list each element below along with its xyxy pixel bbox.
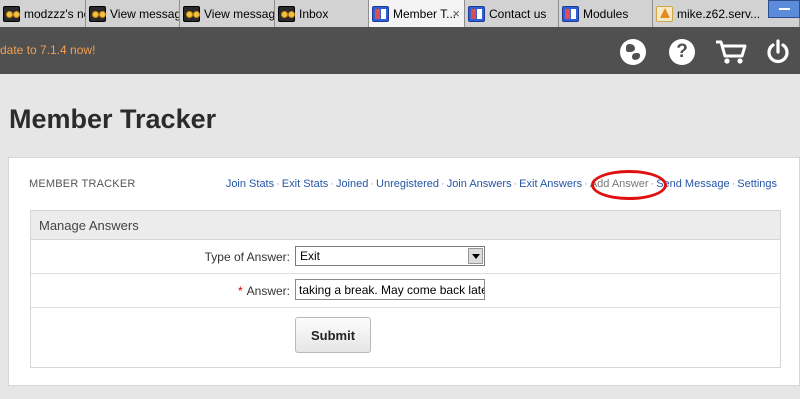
answer-row: * Answer: taking a break. May come back l… <box>31 274 780 308</box>
nav-link-exit-stats[interactable]: Exit Stats <box>282 178 328 190</box>
window-icon <box>372 5 389 22</box>
answer-label-text: Answer: <box>246 284 290 298</box>
nav-link-join-stats[interactable]: Join Stats <box>226 178 274 190</box>
tab-label: Member T... <box>393 6 457 21</box>
nav-separator: · <box>370 178 375 190</box>
nav-separator: · <box>731 178 736 190</box>
nav-link-settings[interactable]: Settings <box>737 178 777 190</box>
update-notice[interactable]: date to 7.1.4 now! <box>0 43 95 57</box>
browser-tab-5-active[interactable]: Member T... × <box>369 0 465 27</box>
nav-link-exit-answers[interactable]: Exit Answers <box>519 178 582 190</box>
top-app-bar: date to 7.1.4 now! ? <box>0 27 800 74</box>
browser-tab-6[interactable]: Contact us <box>465 0 559 27</box>
select-value: Exit <box>300 249 321 263</box>
window-icon <box>562 5 579 22</box>
nav-link-unregistered[interactable]: Unregistered <box>376 178 439 190</box>
answer-input[interactable]: taking a break. May come back later. <box>295 279 485 300</box>
close-icon[interactable]: × <box>452 6 460 21</box>
browser-tab-4[interactable]: Inbox <box>275 0 369 27</box>
manage-answers-form: Manage Answers Type of Answer: Exit * Ans… <box>30 210 781 368</box>
page-title: Member Tracker <box>9 104 217 134</box>
cart-icon[interactable] <box>715 39 747 65</box>
power-icon[interactable] <box>765 39 791 65</box>
tab-label: Contact us <box>489 6 547 21</box>
tab-label: Modules <box>583 6 629 21</box>
window-icon <box>468 5 485 22</box>
member-tracker-panel: MEMBER TRACKER Join Stats · Exit Stats · Joi… <box>8 157 800 386</box>
browser-tab-3[interactable]: View message <box>180 0 275 27</box>
nav-separator: · <box>330 178 334 190</box>
tab-label: View message <box>204 6 275 21</box>
tab-label: View message <box>110 6 179 21</box>
answer-label: * Answer: <box>238 284 290 298</box>
minimize-icon <box>779 8 790 10</box>
submit-button[interactable]: Submit <box>295 317 371 353</box>
nav-link-send-message[interactable]: Send Message <box>656 178 729 190</box>
red-highlight-circle <box>591 170 667 200</box>
eye-icon <box>278 5 295 22</box>
eye-icon <box>89 5 106 22</box>
browser-tab-7[interactable]: Modules <box>559 0 653 27</box>
nav-separator: · <box>276 178 280 190</box>
nav-separator: · <box>584 178 588 190</box>
tab-label: modzzz's ne... <box>24 6 85 21</box>
module-name: MEMBER TRACKER <box>29 178 136 190</box>
form-heading: Manage Answers <box>31 211 780 240</box>
tab-label: Inbox <box>299 6 329 21</box>
module-nav: Join Stats · Exit Stats · Joined · Unregistere… <box>226 178 777 190</box>
tab-label: mike.z62.serv... <box>677 6 761 21</box>
phpmyadmin-icon <box>656 5 673 22</box>
minimize-button[interactable] <box>768 0 800 18</box>
nav-link-joined[interactable]: Joined <box>336 178 368 190</box>
required-mark: * <box>237 284 243 298</box>
type-of-answer-row: Type of Answer: Exit <box>31 240 780 274</box>
globe-icon[interactable] <box>620 39 646 65</box>
type-of-answer-label: Type of Answer: <box>204 250 290 264</box>
browser-tab-1[interactable]: modzzz's ne... <box>0 0 86 27</box>
nav-link-join-answers[interactable]: Join Answers <box>447 178 512 190</box>
browser-tab-strip: modzzz's ne... View message View message… <box>0 0 800 27</box>
eye-icon <box>3 5 20 22</box>
nav-separator: · <box>441 178 445 190</box>
eye-icon <box>183 5 200 22</box>
chevron-down-icon[interactable] <box>468 248 483 264</box>
nav-separator: · <box>513 178 518 190</box>
power-glyph <box>767 39 789 64</box>
cart-glyph <box>716 40 747 64</box>
type-of-answer-select[interactable]: Exit <box>295 246 485 266</box>
browser-tab-2[interactable]: View message <box>86 0 180 27</box>
submit-row: Submit <box>31 308 780 364</box>
help-icon[interactable]: ? <box>669 39 695 65</box>
